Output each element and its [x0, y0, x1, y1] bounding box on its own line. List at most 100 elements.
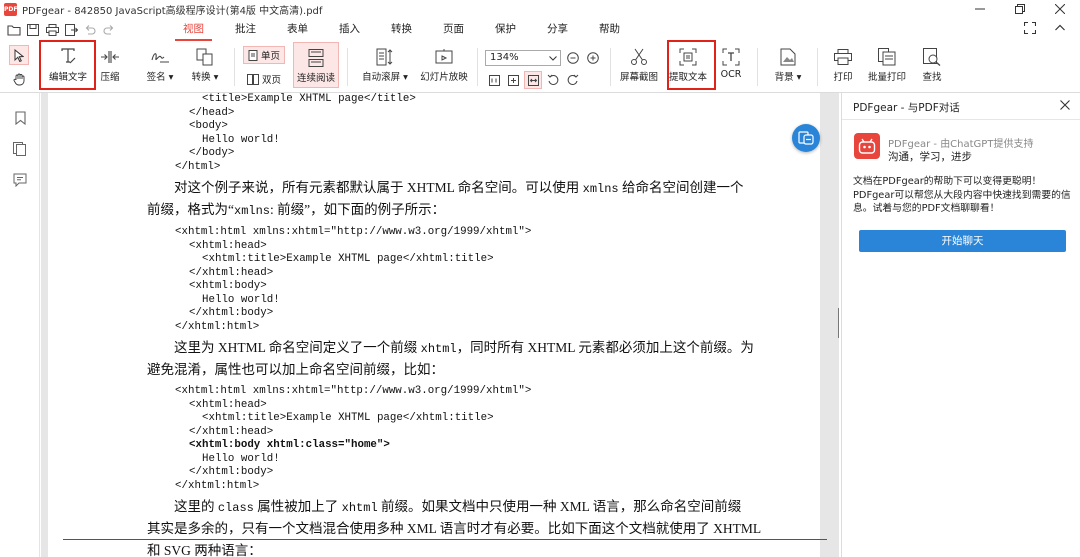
- batch-print-button[interactable]: 批量打印: [864, 42, 910, 83]
- find-button[interactable]: 查找: [915, 42, 949, 83]
- extract-text-button[interactable]: 提取文本: [666, 42, 710, 83]
- code-line: Hello world!: [202, 293, 280, 306]
- chevron-down-icon: [549, 55, 557, 61]
- tab-protect[interactable]: 保护: [495, 18, 516, 42]
- zoom-out-button[interactable]: [564, 49, 582, 67]
- comments-button[interactable]: [12, 172, 28, 188]
- slideshow-label: 幻灯片放映: [420, 72, 468, 83]
- convert-button[interactable]: 转换 ▾: [187, 42, 223, 83]
- fullscreen-button[interactable]: [1023, 21, 1037, 37]
- bookmarks-button[interactable]: [12, 110, 28, 126]
- double-page-button[interactable]: 双页: [243, 70, 285, 88]
- cursor-arrow-icon: [14, 48, 24, 62]
- continuous-read-icon: [308, 49, 324, 67]
- rotate-right-button[interactable]: [564, 71, 582, 89]
- redo-button[interactable]: [101, 22, 117, 38]
- tab-form[interactable]: 表单: [287, 18, 308, 42]
- tab-annotate[interactable]: 批注: [235, 18, 256, 42]
- print-quick-button[interactable]: [44, 22, 60, 38]
- background-icon: [780, 48, 796, 66]
- code-line: </xhtml:html>: [175, 320, 260, 333]
- find-label: 查找: [922, 72, 942, 83]
- code-line: Hello world!: [202, 452, 280, 465]
- window-title: PDFgear - 842850 JavaScript高级程序设计(第4版 中文…: [22, 5, 323, 17]
- code-line: <xhtml:title>Example XHTML page</xhtml:t…: [202, 412, 494, 424]
- minimize-button[interactable]: [960, 0, 1000, 18]
- tab-share[interactable]: 分享: [547, 18, 568, 42]
- fit-width-icon: [527, 74, 539, 86]
- tab-convert[interactable]: 转换: [391, 18, 412, 42]
- tab-page[interactable]: 页面: [443, 18, 464, 42]
- quick-access-toolbar: [6, 22, 117, 38]
- extract-text-icon: [679, 48, 697, 66]
- printer-icon: [45, 24, 59, 36]
- vertical-scrollbar-thumb[interactable]: [838, 308, 839, 338]
- zoom-in-icon: [587, 52, 599, 64]
- edit-text-label: 编辑文字: [48, 72, 87, 83]
- batch-print-icon: [878, 48, 896, 66]
- continuous-read-button[interactable]: 连续阅读: [293, 42, 339, 88]
- close-icon: [1060, 100, 1070, 110]
- code-line: <xhtml:body xhtml:class="home">: [189, 439, 390, 451]
- edit-text-icon: [61, 48, 76, 64]
- comment-icon: [13, 173, 27, 187]
- select-tool-button[interactable]: [9, 45, 29, 65]
- open-folder-button[interactable]: [6, 22, 22, 38]
- left-sidebar: [0, 93, 40, 557]
- zoom-in-button[interactable]: [584, 49, 602, 67]
- tab-insert[interactable]: 插入: [339, 18, 360, 42]
- robot-icon: [858, 138, 876, 154]
- fit-page-button[interactable]: [504, 71, 522, 89]
- zoom-select[interactable]: 134%: [485, 50, 561, 66]
- single-page-button[interactable]: 单页: [243, 46, 286, 64]
- thumbnails-button[interactable]: [12, 141, 28, 157]
- save-icon: [27, 24, 39, 36]
- actual-size-button[interactable]: [485, 71, 503, 89]
- auto-scroll-icon: [376, 48, 393, 66]
- save-button[interactable]: [25, 22, 41, 38]
- background-button[interactable]: 背景 ▾: [768, 42, 808, 83]
- bot-tagline: 沟通，学习，进步: [888, 151, 972, 163]
- sign-button[interactable]: 签名 ▾: [142, 42, 178, 83]
- maximize-button[interactable]: [1000, 0, 1040, 18]
- tab-help[interactable]: 帮助: [599, 18, 620, 42]
- paragraph-line: 这里为 XHTML 命名空间定义了一个前缀 xhtml，同时所有 XHTML 元…: [174, 340, 754, 356]
- fit-width-button[interactable]: [524, 71, 542, 89]
- ribbon-separator: [817, 48, 818, 86]
- auto-scroll-button[interactable]: 自动滚屏 ▾: [359, 42, 411, 83]
- undo-icon: [85, 25, 96, 35]
- undo-button[interactable]: [82, 22, 98, 38]
- paragraph-line: 和 SVG 两种语言：: [147, 543, 262, 557]
- slideshow-button[interactable]: 幻灯片放映: [418, 42, 470, 83]
- ocr-button[interactable]: OCR: [713, 42, 749, 80]
- compress-button[interactable]: 压缩: [95, 42, 125, 83]
- ribbon-separator: [757, 48, 758, 86]
- extract-text-label: 提取文本: [668, 72, 707, 83]
- edit-text-button[interactable]: 编辑文字: [45, 42, 91, 83]
- rotate-right-icon: [567, 74, 579, 85]
- hand-tool-button[interactable]: [9, 69, 29, 89]
- print-button[interactable]: 打印: [826, 42, 860, 83]
- page-bottom-edge: [63, 539, 827, 540]
- background-label: 背景 ▾: [774, 72, 802, 83]
- start-chat-button[interactable]: 开始聊天: [859, 230, 1066, 252]
- screenshot-button[interactable]: 屏幕截图: [617, 42, 661, 83]
- code-line: </body>: [189, 147, 235, 159]
- tab-view[interactable]: 视图: [175, 18, 212, 42]
- export-button[interactable]: [63, 22, 79, 38]
- window-controls: [960, 0, 1080, 18]
- rotate-left-button[interactable]: [544, 71, 562, 89]
- ribbon-separator: [477, 48, 478, 86]
- single-page-icon: [248, 49, 258, 61]
- ai-chat-float-button[interactable]: [792, 124, 820, 152]
- close-window-button[interactable]: [1040, 0, 1080, 18]
- print-label: 打印: [833, 72, 853, 83]
- code-line: </xhtml:head>: [189, 266, 274, 279]
- restore-icon: [1015, 4, 1025, 14]
- chat-panel: PDFgear - 与PDF对话 PDFgear - 由ChatGPT提供支持 …: [841, 93, 1080, 557]
- collapse-ribbon-button[interactable]: [1054, 22, 1066, 37]
- menu-right-controls: [1023, 21, 1066, 37]
- chat-panel-close-button[interactable]: [1058, 98, 1072, 112]
- find-icon: [923, 48, 941, 66]
- document-viewer[interactable]: <title>Example XHTML page</title> </head…: [41, 93, 839, 557]
